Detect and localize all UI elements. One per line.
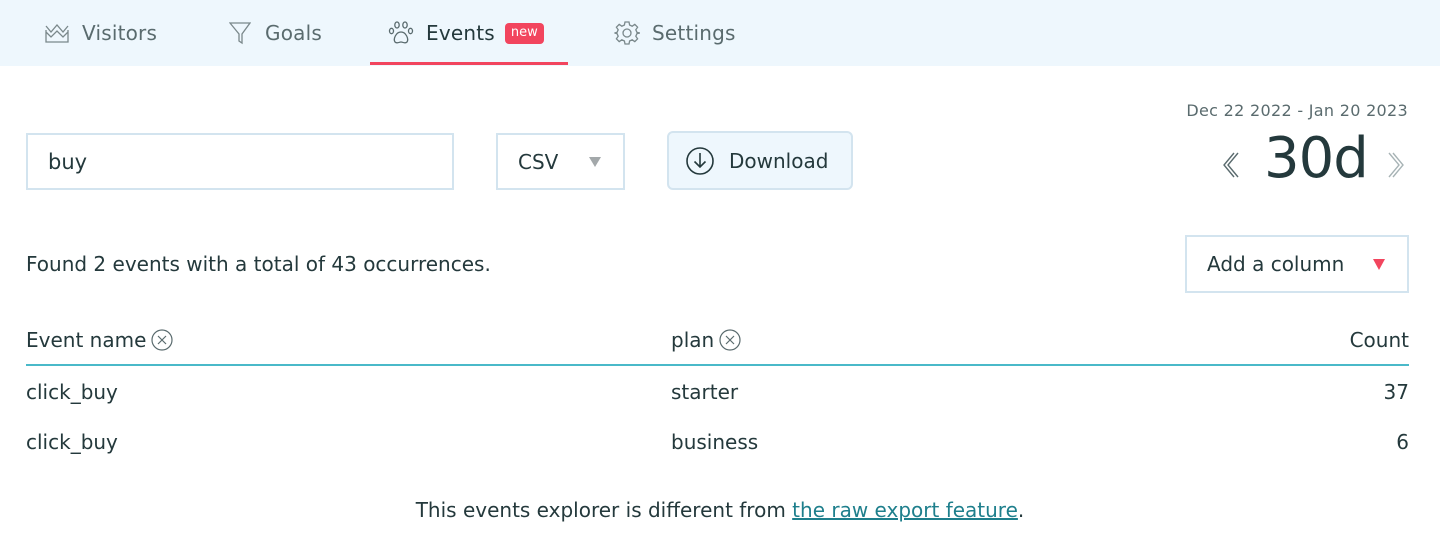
cell-count: 6 <box>1396 430 1409 454</box>
column-header-plan: plan <box>671 328 742 352</box>
download-icon <box>685 146 715 176</box>
event-search-input[interactable] <box>26 133 454 190</box>
tab-visitors[interactable]: Visitors <box>44 0 157 66</box>
date-range: Dec 22 2022 - Jan 20 2023 <box>1186 101 1408 120</box>
format-select-value: CSV <box>518 149 559 174</box>
period-label: 30d <box>1264 126 1369 191</box>
chevron-down-icon <box>589 157 601 167</box>
remove-column-icon[interactable] <box>718 328 742 352</box>
cell-count: 37 <box>1383 380 1409 404</box>
column-header-event-name: Event name <box>26 328 174 352</box>
tab-label: Events <box>426 21 495 45</box>
header-label: plan <box>671 328 715 352</box>
tab-goals[interactable]: Goals <box>227 0 322 66</box>
cell-plan: business <box>671 430 759 454</box>
column-header-count: Count <box>1350 328 1409 352</box>
add-column-dropdown[interactable]: Add a column <box>1185 235 1409 293</box>
cell-event-name: click_buy <box>26 430 118 454</box>
header-label: Event name <box>26 328 147 352</box>
previous-period-icon[interactable] <box>1220 150 1242 184</box>
header-label: Count <box>1349 328 1409 352</box>
new-badge: new <box>504 22 544 44</box>
top-navigation: Visitors Goals Events new Settings <box>0 0 1440 66</box>
crown-chart-icon <box>44 20 70 46</box>
footer-note: This events explorer is different from t… <box>0 498 1440 522</box>
tab-label: Goals <box>265 21 322 45</box>
cell-event-name: click_buy <box>26 380 118 404</box>
tab-settings[interactable]: Settings <box>614 0 736 66</box>
download-button[interactable]: Download <box>667 131 853 190</box>
footer-suffix: . <box>1017 498 1025 522</box>
cell-plan: starter <box>671 380 739 404</box>
remove-column-icon[interactable] <box>150 328 174 352</box>
gear-icon <box>614 20 640 46</box>
results-summary: Found 2 events with a total of 43 occurr… <box>26 252 491 276</box>
paw-icon <box>388 20 414 46</box>
format-select[interactable]: CSV <box>496 133 625 190</box>
add-column-label: Add a column <box>1207 252 1345 276</box>
active-tab-indicator <box>370 62 568 65</box>
raw-export-link[interactable]: the raw export feature <box>792 498 1018 522</box>
tab-label: Visitors <box>82 21 158 45</box>
footer-text: This events explorer is different from <box>415 498 793 522</box>
table-header-divider <box>26 364 1409 366</box>
funnel-icon <box>227 20 253 46</box>
chevron-down-icon <box>1373 259 1385 270</box>
tab-events[interactable]: Events new <box>388 0 544 66</box>
next-period-icon[interactable] <box>1385 150 1407 184</box>
download-label: Download <box>729 148 829 173</box>
tab-label: Settings <box>652 21 736 45</box>
